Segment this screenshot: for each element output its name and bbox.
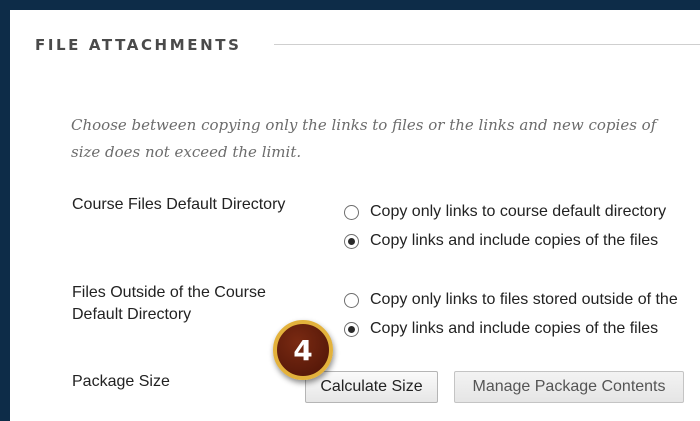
outside-files-option-links-only[interactable]: Copy only links to files stored outside … xyxy=(344,289,678,311)
instructions-line-2: size does not exceed the limit. xyxy=(71,143,302,161)
option-label: Copy links and include copies of the fil… xyxy=(370,232,659,249)
radio-unselected-icon[interactable] xyxy=(344,204,359,220)
option-label: Copy links and include copies of the fil… xyxy=(370,320,659,337)
radio-selected-icon[interactable] xyxy=(344,321,359,337)
instructions-line-1: Choose between copying only the links to… xyxy=(71,116,657,134)
instructions-text: Choose between copying only the links to… xyxy=(71,112,700,166)
calculate-size-button[interactable]: Calculate Size xyxy=(305,371,438,403)
manage-package-contents-button[interactable]: Manage Package Contents xyxy=(454,371,684,403)
outside-files-label-line-2: Default Directory xyxy=(72,306,192,323)
section-title: FILE ATTACHMENTS xyxy=(35,36,242,54)
radio-unselected-icon[interactable] xyxy=(344,292,359,308)
option-label: Copy only links to course default direct… xyxy=(370,203,667,220)
course-files-option-links-only[interactable]: Copy only links to course default direct… xyxy=(344,201,666,223)
package-size-label: Package Size xyxy=(72,373,170,390)
section-divider xyxy=(274,44,700,45)
course-files-label: Course Files Default Directory xyxy=(72,196,286,213)
outside-files-label: Files Outside of the Course Default Dire… xyxy=(72,282,266,326)
outside-files-label-line-1: Files Outside of the Course xyxy=(72,284,266,301)
course-files-option-include-copies[interactable]: Copy links and include copies of the fil… xyxy=(344,230,658,252)
option-label: Copy only links to files stored outside … xyxy=(370,291,678,308)
radio-selected-icon[interactable] xyxy=(344,233,359,249)
outside-files-option-include-copies[interactable]: Copy links and include copies of the fil… xyxy=(344,318,658,340)
file-attachments-panel: FILE ATTACHMENTS Choose between copying … xyxy=(10,10,700,421)
step-number-badge: 4 xyxy=(273,320,333,380)
